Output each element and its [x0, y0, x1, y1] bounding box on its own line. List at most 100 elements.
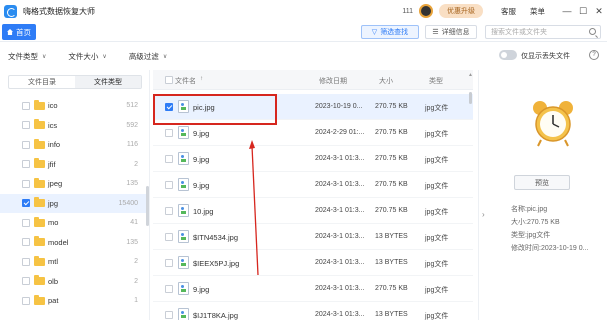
detail-modified: 修改时间:2023-10-19 0...: [511, 245, 589, 252]
row-checkbox[interactable]: [165, 259, 173, 267]
service-link[interactable]: 客服: [501, 6, 516, 17]
sidebar-item-ico[interactable]: ico 512: [0, 96, 146, 116]
sidebar-item-count: 2: [134, 160, 138, 168]
scroll-thumb[interactable]: [469, 92, 472, 104]
file-list-scrollbar[interactable]: ▲: [467, 70, 473, 320]
file-size: 13 BYTES: [375, 259, 408, 266]
filter-search-button[interactable]: ▽ 筛选查找: [361, 25, 419, 39]
search-placeholder: 搜索文件或文件夹: [491, 29, 547, 36]
table-row[interactable]: $ITN4534.jpg 2024-3-1 01:3... 13 BYTES jpg文…: [153, 224, 473, 250]
app-title: 嗨格式数据恢复大师: [23, 6, 95, 16]
sidebar-item-jfif[interactable]: jfif 2: [0, 155, 146, 175]
table-row[interactable]: $IJ1T8KA.jpg 2024-3-1 01:3... 13 BYTES jpg文…: [153, 302, 473, 320]
file-type: jpg文件: [425, 209, 449, 216]
row-checkbox[interactable]: [165, 181, 173, 189]
help-icon[interactable]: ?: [589, 50, 599, 60]
file-size: 13 BYTES: [375, 233, 408, 240]
sidebar-item-info[interactable]: info 116: [0, 135, 146, 155]
sidebar-item-olb[interactable]: olb 2: [0, 272, 146, 292]
maximize-icon[interactable]: ☐: [575, 6, 591, 17]
sidebar-item-count: 2: [134, 258, 138, 266]
sidebar-item-checkbox[interactable]: [22, 277, 30, 286]
image-file-icon: [178, 282, 189, 295]
sidebar-item-label: jpeg: [48, 179, 63, 189]
sidebar-item-count: 2: [134, 277, 138, 285]
table-row[interactable]: $IEEX5PJ.jpg 2024-3-1 01:3... 13 BYTES jpg文…: [153, 250, 473, 276]
sidebar-item-model[interactable]: model 135: [0, 233, 146, 253]
sidebar-item-checkbox[interactable]: [22, 179, 30, 188]
sidebar-item-count: 15400: [118, 199, 138, 207]
row-checkbox[interactable]: [165, 311, 173, 319]
search-input[interactable]: 搜索文件或文件夹: [485, 25, 601, 39]
details-icon: ☰: [432, 29, 439, 36]
tab-file-type[interactable]: 文件类型: [75, 76, 141, 88]
table-row[interactable]: 9.jpg 2024-3-1 01:3... 270.75 KB jpg文件: [153, 276, 473, 302]
file-type: jpg文件: [425, 261, 449, 268]
tab-file-directory[interactable]: 文件目录: [9, 76, 75, 88]
file-date: 2024-3-1 01:3...: [315, 233, 365, 240]
close-icon[interactable]: ✕: [591, 6, 607, 17]
sidebar-item-checkbox[interactable]: [22, 121, 30, 130]
sidebar-item-count: 116: [126, 141, 138, 149]
lost-only-toggle[interactable]: [499, 50, 517, 60]
file-type-label: 文件类型: [8, 51, 38, 61]
image-file-icon: [178, 230, 189, 243]
sidebar-item-count: 592: [126, 121, 138, 129]
column-date[interactable]: 修改日期: [319, 76, 347, 86]
alarm-clock-icon: [533, 101, 573, 147]
avatar[interactable]: [419, 4, 433, 18]
row-checkbox[interactable]: [165, 155, 173, 163]
table-row[interactable]: 9.jpg 2024-3-1 01:3... 270.75 KB jpg文件: [153, 146, 473, 172]
sidebar-scrollbar[interactable]: [146, 186, 149, 226]
column-size[interactable]: 大小: [379, 76, 393, 86]
sort-up-icon[interactable]: ↑: [200, 76, 203, 82]
row-checkbox[interactable]: [165, 207, 173, 215]
search-icon[interactable]: [589, 28, 596, 35]
sidebar-item-checkbox[interactable]: [22, 199, 30, 208]
menu-link[interactable]: 菜单: [530, 6, 545, 17]
file-type-dropdown[interactable]: 文件类型 ∨: [8, 51, 46, 62]
app-logo-icon: [4, 4, 17, 18]
sidebar-item-checkbox[interactable]: [22, 257, 30, 266]
sidebar-item-mtl[interactable]: mtl 2: [0, 252, 146, 272]
preview-button[interactable]: 预览: [514, 175, 570, 190]
sidebar-item-mo[interactable]: mo 41: [0, 213, 146, 233]
file-date: 2023-10-19 0...: [315, 103, 363, 110]
details-label: 详细信息: [441, 29, 470, 36]
upgrade-button[interactable]: 优惠升级: [439, 4, 483, 18]
tab-home[interactable]: 首页: [2, 24, 36, 40]
column-name[interactable]: 文件名: [175, 76, 196, 86]
file-date: 2024-3-1 01:3...: [315, 311, 365, 318]
file-name: $ITN4534.jpg: [193, 233, 239, 242]
sidebar-item-jpg[interactable]: jpg 15400: [0, 193, 146, 213]
file-size: 270.75 KB: [375, 207, 408, 214]
sidebar-item-checkbox[interactable]: [22, 238, 30, 247]
select-all-checkbox[interactable]: [165, 76, 173, 84]
chevron-right-icon[interactable]: ›: [482, 210, 485, 219]
minimize-icon[interactable]: —: [559, 6, 575, 16]
row-checkbox[interactable]: [165, 233, 173, 241]
file-size-dropdown[interactable]: 文件大小 ∨: [68, 51, 106, 62]
sidebar-item-label: mtl: [48, 257, 58, 267]
table-row[interactable]: 10.jpg 2024-3-1 01:3... 270.75 KB jpg文件: [153, 198, 473, 224]
table-row[interactable]: 9.jpg 2024-3-1 01:3... 270.75 KB jpg文件: [153, 172, 473, 198]
sidebar-item-checkbox[interactable]: [22, 160, 30, 169]
row-checkbox[interactable]: [165, 129, 173, 137]
tab-home-label: 首页: [16, 27, 31, 37]
file-name: 9.jpg: [193, 155, 210, 164]
details-button[interactable]: ☰ 详细信息: [425, 25, 477, 39]
sidebar-item-label: model: [48, 237, 69, 247]
file-type: jpg文件: [425, 313, 449, 320]
sidebar-item-checkbox[interactable]: [22, 101, 30, 110]
sidebar-item-checkbox[interactable]: [22, 218, 30, 227]
sidebar-item-ics[interactable]: ics 592: [0, 116, 146, 136]
column-type[interactable]: 类型: [429, 76, 443, 86]
sidebar-item-checkbox[interactable]: [22, 140, 30, 149]
sidebar-item-pat[interactable]: pat 1: [0, 291, 146, 311]
sidebar-item-label: jfif: [48, 159, 56, 169]
advanced-filter-dropdown[interactable]: 高级过滤 ∨: [129, 51, 167, 62]
scroll-up-icon[interactable]: ▲: [468, 72, 473, 78]
sidebar-item-jpeg[interactable]: jpeg 135: [0, 174, 146, 194]
sidebar-item-checkbox[interactable]: [22, 296, 30, 305]
row-checkbox[interactable]: [165, 285, 173, 293]
